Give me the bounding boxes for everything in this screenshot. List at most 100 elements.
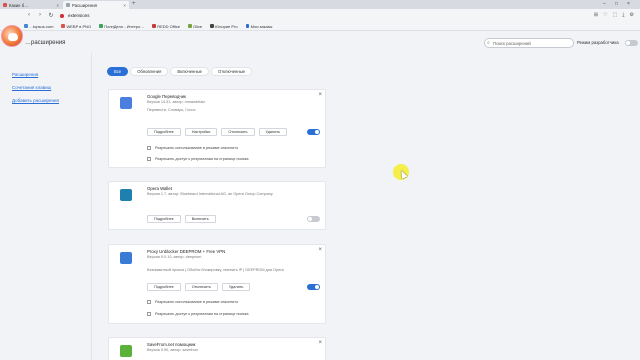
enable-toggle[interactable] xyxy=(307,129,320,135)
extension-version: Версия 1.7, автор: Bluebeard Internation… xyxy=(147,192,273,196)
search-icon: ⌕ xyxy=(487,40,490,46)
extensions-icon[interactable]: ⬚ xyxy=(613,12,618,18)
tab-close-icon[interactable]: × xyxy=(123,3,126,8)
bookmark-item[interactable]: …topsus.com xyxy=(24,24,53,29)
toggle-knob xyxy=(315,130,319,134)
bookmark-item[interactable]: Мои заказы xyxy=(245,24,272,29)
toolbar-icons: ⊞ ♡ ⬚ ⤓ ⚙ xyxy=(594,12,634,18)
search-placeholder: Поиск расширений xyxy=(493,40,531,46)
forward-icon[interactable]: › xyxy=(36,11,44,19)
bookmark-favicon-icon xyxy=(99,24,103,28)
proxy-list-icon xyxy=(120,252,132,264)
checkbox-box xyxy=(147,157,151,161)
extension-card: × Proxy Unblocker DEEPROM + Free VPN Вер… xyxy=(108,244,326,324)
tab-title: Расширения xyxy=(72,2,97,8)
search-results-checkbox[interactable]: Разрешить доступ к результатам на страни… xyxy=(147,312,249,316)
incognito-checkbox[interactable]: Разрешить использование в режиме инкогни… xyxy=(147,146,238,150)
extension-name: Opera Wallet xyxy=(147,186,172,191)
remove-card-icon[interactable]: × xyxy=(318,247,322,253)
details-button[interactable]: Подробнее xyxy=(147,128,181,136)
settings-icon[interactable]: ⚙ xyxy=(630,12,634,18)
card-buttons: Подробнее Отключить Удалить xyxy=(147,283,251,291)
page-title: …расширения xyxy=(25,40,66,46)
card-buttons: Подробнее Включить xyxy=(147,215,216,223)
back-icon[interactable]: ‹ xyxy=(25,11,33,19)
disable-button[interactable]: Отключить xyxy=(184,283,218,291)
close-window-icon[interactable]: × xyxy=(627,1,630,7)
settings-button[interactable]: Настройки xyxy=(184,128,218,136)
details-button[interactable]: Подробнее xyxy=(147,215,181,223)
extension-name: Google Переводчик xyxy=(147,94,186,99)
bookmark-item[interactable]: WEBP в PNG xyxy=(61,24,91,29)
remove-button[interactable]: Удалить xyxy=(258,128,288,136)
search-results-checkbox[interactable]: Разрешить доступ к результатам на страни… xyxy=(147,157,249,161)
extension-version: Версия 14.31, автор: mmandelaiz xyxy=(147,100,206,104)
extension-card: × SaveFrom.net помощник Версия 9.90, авт… xyxy=(108,337,326,360)
extension-card: Opera Wallet Версия 1.7, автор: Bluebear… xyxy=(108,181,326,230)
extension-description: Безлимитный прокси | Обойти блокировку, … xyxy=(147,268,284,272)
snapshot-icon[interactable]: ⊞ xyxy=(594,12,598,18)
download-arrow-icon xyxy=(120,345,132,357)
bookmark-item[interactable]: ПолпДело - Интеро… xyxy=(99,24,144,29)
url-text: extensions xyxy=(68,13,90,18)
bookmark-item[interactable]: REDD Office xyxy=(152,24,180,29)
dev-mode-toggle[interactable] xyxy=(625,40,638,46)
maximize-icon[interactable]: □ xyxy=(615,1,618,7)
tab-close-icon[interactable]: × xyxy=(56,3,59,8)
checkbox-box xyxy=(147,146,151,150)
minimize-icon[interactable]: – xyxy=(603,1,606,7)
toggle-knob xyxy=(315,285,319,289)
extension-name: Proxy Unblocker DEEPROM + Free VPN xyxy=(147,249,226,254)
disable-button[interactable]: Отключить xyxy=(221,128,255,136)
search-input[interactable]: ⌕ Поиск расширений xyxy=(484,38,574,48)
extension-description: Перевести, Словарь, Голос xyxy=(147,108,196,112)
extension-card: × Google Переводчик Версия 14.31, автор:… xyxy=(108,89,326,168)
filter-all[interactable]: Все xyxy=(107,67,129,76)
enable-button[interactable]: Включить xyxy=(184,215,216,223)
details-button[interactable]: Подробнее xyxy=(147,283,181,291)
bookmark-item[interactable]: Olive xyxy=(188,24,202,29)
sidebar-item-extensions[interactable]: Расширения xyxy=(12,72,38,77)
logo-face xyxy=(8,33,18,41)
remove-card-icon[interactable]: × xyxy=(318,92,322,98)
enable-toggle[interactable] xyxy=(307,284,320,290)
remove-card-icon[interactable]: × xyxy=(318,340,322,346)
address-bar: ‹ › ↻ extensions ⊞ ♡ ⬚ ⤓ ⚙ xyxy=(0,9,640,22)
filter-enabled[interactable]: Включенные xyxy=(170,67,209,76)
toggle-knob xyxy=(308,217,312,221)
bookmark-item[interactable]: Юпорие Pro xyxy=(210,24,238,29)
remove-button[interactable]: Удалить xyxy=(221,283,251,291)
bookmark-favicon-icon xyxy=(245,24,250,28)
extension-version: Версия 9.90, автор: savefrom xyxy=(147,348,199,352)
bookmark-favicon-icon xyxy=(188,24,192,28)
opera-icon xyxy=(60,13,64,18)
filter-tabs: Все Обновления Включенные Отключенные xyxy=(107,67,253,76)
extension-name: SaveFrom.net помощник xyxy=(147,342,196,347)
reload-icon[interactable]: ↻ xyxy=(47,11,55,19)
bookmark-icon[interactable]: ♡ xyxy=(603,12,607,18)
enable-toggle[interactable] xyxy=(307,216,320,222)
new-tab-icon[interactable]: + xyxy=(132,1,136,7)
card-buttons: Подробнее Настройки Отключить Удалить xyxy=(147,128,288,136)
tab-extensions[interactable]: Расширения × xyxy=(63,1,129,9)
dev-mode-label: Режим разработчика xyxy=(577,40,619,45)
incognito-checkbox[interactable]: Разрешить использование в режиме инкогни… xyxy=(147,300,238,304)
bookmark-favicon-icon xyxy=(210,24,214,28)
bookmark-favicon-icon xyxy=(152,24,156,28)
bookmarks-bar: …topsus.com WEBP в PNG ПолпДело - Интеро… xyxy=(0,22,640,31)
sidebar-item-add-extensions[interactable]: Добавить расширения xyxy=(12,98,59,103)
bookmark-favicon-icon xyxy=(24,24,28,28)
url-field[interactable]: extensions xyxy=(60,11,580,20)
sidebar-item-shortcuts[interactable]: Сочетания клавиш xyxy=(12,85,51,90)
checkbox-box xyxy=(147,300,151,304)
filter-updates[interactable]: Обновления xyxy=(130,67,169,76)
tab-inactive[interactable]: Какие б… × xyxy=(0,1,62,9)
filter-disabled[interactable]: Отключенные xyxy=(210,67,253,76)
tab-favicon-icon xyxy=(3,3,7,7)
extension-version: Версия 9.0.10, автор: deepnom xyxy=(147,255,202,259)
channel-logo xyxy=(1,25,23,47)
tab-title: Какие б… xyxy=(9,2,29,8)
wallet-icon xyxy=(120,189,132,201)
download-icon[interactable]: ⤓ xyxy=(622,12,624,18)
tab-favicon-icon xyxy=(66,3,70,7)
